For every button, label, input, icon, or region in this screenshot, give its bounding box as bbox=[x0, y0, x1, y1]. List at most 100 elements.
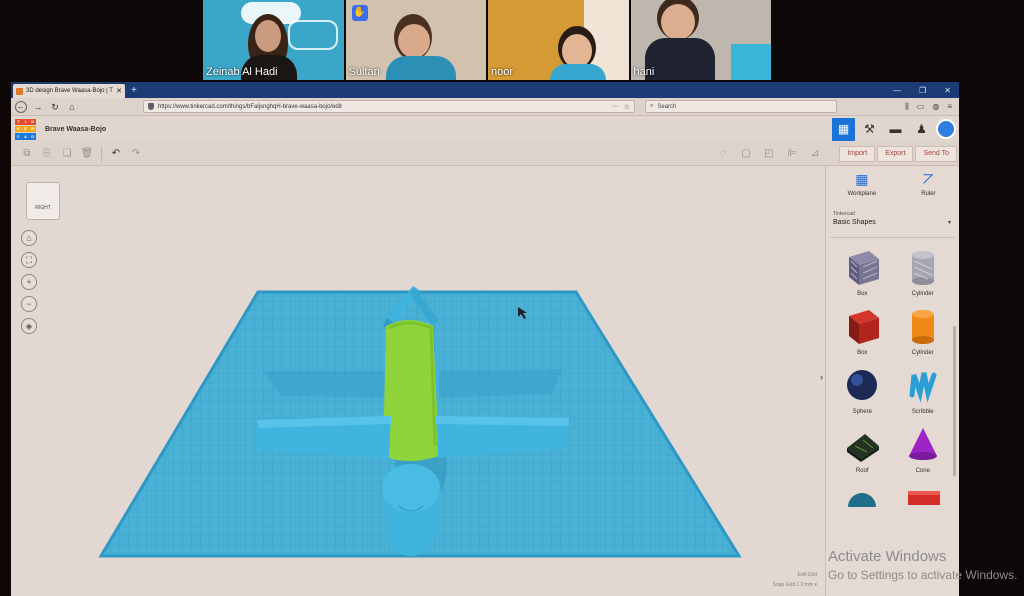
participant-tile[interactable]: hani bbox=[630, 0, 771, 80]
shape-scribble[interactable]: Scribble bbox=[893, 365, 954, 415]
view-cube[interactable]: RIGHT bbox=[26, 182, 60, 220]
shapes-grid: Box Cylinder Box Cylinder Sphere Scribbl… bbox=[826, 238, 959, 513]
grid-view-icon[interactable]: ▦ bbox=[832, 117, 855, 141]
shape-cone[interactable]: Cone bbox=[893, 424, 954, 474]
browser-tab[interactable]: 3D design Brave Waasa-Bojo | T ✕ bbox=[13, 84, 125, 98]
participant-tile[interactable]: Zeinab Al Hadi bbox=[203, 0, 344, 80]
workplane-label: Workplane bbox=[847, 191, 877, 197]
reload-icon[interactable]: ↻ bbox=[49, 101, 61, 113]
navigation-bar: ← → ↻ ⌂ https://www.tinkercad.com/things… bbox=[11, 98, 959, 116]
participant-tile[interactable]: noor bbox=[488, 0, 629, 80]
panel-collapse-chevron-icon[interactable]: › bbox=[820, 372, 823, 382]
tab-bar: 3D design Brave Waasa-Bojo | T ✕ + — ❐ ✕ bbox=[11, 82, 959, 98]
minimize-button[interactable]: — bbox=[893, 86, 901, 95]
workplane-tool[interactable]: ▦ Workplane bbox=[848, 170, 877, 208]
snap-grid-select[interactable]: 1.0 mm ▾ bbox=[796, 582, 817, 588]
forward-arrow-icon[interactable]: → bbox=[32, 101, 44, 113]
raised-hand-icon: ✋ bbox=[351, 5, 368, 21]
delete-icon[interactable]: 🗑 bbox=[77, 145, 97, 163]
sidebar-icon[interactable]: ▭ bbox=[917, 102, 925, 112]
panel-scrollbar[interactable] bbox=[953, 326, 956, 476]
shape-label: Box bbox=[857, 350, 868, 356]
address-bar[interactable]: https://www.tinkercad.com/things/bFaljsn… bbox=[143, 100, 635, 113]
snap-grid-label: Snap Grid bbox=[772, 582, 796, 588]
shape-halfsphere[interactable] bbox=[832, 483, 893, 513]
home-view-icon[interactable]: ⌂ bbox=[21, 230, 37, 246]
scene-svg bbox=[98, 286, 742, 558]
align-icon[interactable]: ⊫ bbox=[782, 145, 802, 163]
shape-text[interactable] bbox=[893, 483, 954, 513]
participant-tile[interactable]: ✋ Sultan bbox=[345, 0, 486, 80]
perspective-icon[interactable]: ◈ bbox=[21, 318, 37, 334]
library-icon[interactable]: ⫼ bbox=[905, 102, 909, 112]
paste-icon[interactable]: ⎘ bbox=[37, 145, 57, 163]
zoom-in-icon[interactable]: + bbox=[21, 274, 37, 290]
participant-name: noor bbox=[491, 66, 514, 78]
shape-cylinder-striped[interactable]: Cylinder bbox=[893, 247, 954, 297]
back-arrow-icon[interactable]: ← bbox=[15, 100, 27, 113]
screen: Zeinab Al Hadi ✋ Sultan noor hani 3D des… bbox=[0, 0, 1024, 596]
new-tab-button[interactable]: + bbox=[131, 85, 137, 96]
tinkercad-logo[interactable]: TIN KER CAD bbox=[15, 118, 36, 140]
home-icon[interactable]: ⌂ bbox=[66, 101, 78, 113]
chevron-down-icon: ▾ bbox=[947, 220, 951, 226]
grid-settings: Edit Grid Snap Grid 1.0 mm ▾ bbox=[773, 570, 817, 590]
tools-icon[interactable]: ⚒ bbox=[858, 118, 881, 141]
close-window-button[interactable]: ✕ bbox=[944, 86, 951, 95]
ungroup-icon[interactable]: ◰ bbox=[759, 145, 779, 163]
avatar[interactable] bbox=[936, 119, 956, 139]
shapes-panel: ▦ Workplane ⦢ Ruler Tinkercad Basic Shap… bbox=[825, 166, 959, 596]
cone-icon bbox=[908, 428, 937, 460]
group-icon[interactable]: ▢ bbox=[736, 145, 756, 163]
notes-icon[interactable]: ◌ bbox=[713, 145, 733, 163]
copy-icon[interactable]: ⧉ bbox=[17, 145, 37, 163]
shape-label: Cylinder bbox=[911, 350, 934, 356]
shape-label: Scribble bbox=[911, 409, 934, 415]
shape-box-striped[interactable]: Box bbox=[832, 247, 893, 297]
shape-roof[interactable]: Roof bbox=[832, 424, 893, 474]
export-button[interactable]: Export bbox=[877, 145, 914, 162]
design-title[interactable]: Brave Waasa-Bojo bbox=[45, 126, 106, 133]
redo-icon[interactable]: ↷ bbox=[126, 145, 146, 163]
account-icon[interactable]: ◍ bbox=[932, 102, 939, 112]
zoom-out-icon[interactable]: − bbox=[21, 296, 37, 312]
header-right: ▦ ⚒ ▬ ♟ bbox=[832, 116, 959, 142]
lessons-icon[interactable]: ▬ bbox=[884, 118, 907, 141]
duplicate-icon[interactable]: ❏ bbox=[57, 145, 77, 163]
page-actions-icon[interactable]: ··· bbox=[612, 103, 619, 111]
close-tab-icon[interactable]: ✕ bbox=[116, 87, 122, 95]
watermark-subtitle: Go to Settings to activate Windows. bbox=[828, 568, 1018, 582]
tracking-shield-icon bbox=[148, 103, 154, 110]
import-button[interactable]: Import bbox=[839, 145, 876, 162]
action-buttons: Import Export Send To bbox=[839, 145, 957, 162]
mirror-icon[interactable]: ⊿ bbox=[805, 145, 825, 163]
box-striped-icon bbox=[849, 251, 880, 285]
cylinder-striped-icon bbox=[911, 251, 934, 285]
menu-icon[interactable]: ≡ bbox=[947, 102, 952, 112]
shape-sphere[interactable]: Sphere bbox=[832, 365, 893, 415]
category-source: Tinkercad bbox=[833, 211, 855, 217]
browser-toolbar-icons: ⫼ ▭ ◍ ≡ bbox=[905, 102, 955, 112]
edit-grid-button[interactable]: Edit Grid bbox=[773, 570, 817, 580]
shape-label: Sphere bbox=[852, 409, 872, 415]
search-placeholder: Search bbox=[657, 103, 677, 110]
fit-view-icon[interactable]: ⛶ bbox=[21, 252, 37, 268]
participant-name: Sultan bbox=[348, 66, 380, 78]
send-to-button[interactable]: Send To bbox=[915, 145, 957, 162]
restore-button[interactable]: ❐ bbox=[919, 86, 926, 95]
shape-label: Roof bbox=[855, 468, 869, 474]
participant-name: hani bbox=[633, 66, 655, 78]
activate-windows-watermark: Activate Windows Go to Settings to activ… bbox=[828, 548, 1017, 584]
add-user-icon[interactable]: ♟ bbox=[910, 118, 933, 141]
workplane-canvas[interactable]: RIGHT ⌂ ⛶ + − ◈ › Edit Grid Snap Grid 1.… bbox=[11, 166, 825, 596]
shape-category-select[interactable]: Tinkercad Basic Shapes ▾ bbox=[830, 208, 955, 238]
ruler-tool[interactable]: ⦢ Ruler bbox=[919, 170, 937, 208]
undo-icon[interactable]: ↶ bbox=[106, 145, 126, 163]
halfsphere-icon bbox=[848, 493, 877, 507]
shape-label: Box bbox=[857, 291, 868, 297]
bookmark-star-icon[interactable]: ☆ bbox=[624, 103, 630, 111]
search-input[interactable]: ⌕ Search bbox=[645, 100, 837, 113]
shape-cylinder-orange[interactable]: Cylinder bbox=[893, 306, 954, 356]
shape-box-red[interactable]: Box bbox=[832, 306, 893, 356]
ruler-icon: ⦢ bbox=[922, 170, 934, 187]
